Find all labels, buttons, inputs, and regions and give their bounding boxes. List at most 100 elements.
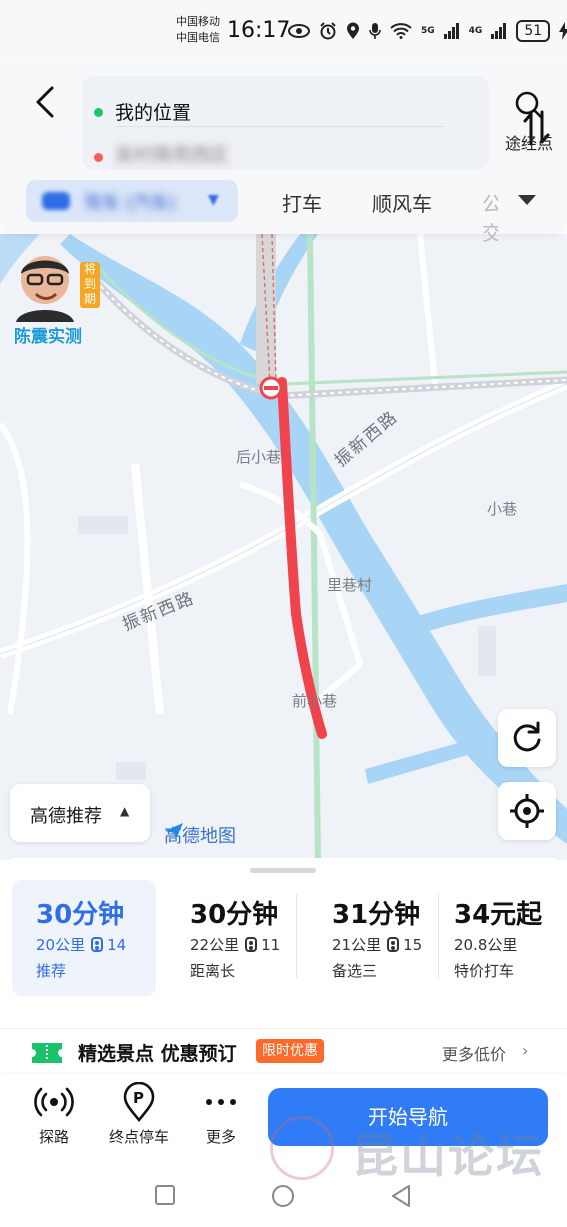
map-label: 里巷村 (327, 576, 373, 594)
parking-label: 终点停车 (108, 1128, 169, 1146)
net-5g-label: 5G (421, 26, 435, 36)
travel-mode-tabs: 驾车 (汽车) ▼ 打车 顺风车 公交 (0, 180, 567, 245)
start-marker-bar (264, 386, 278, 390)
charging-icon (559, 22, 567, 40)
alarm-icon (320, 22, 336, 40)
ticket-icon (32, 1043, 62, 1063)
route-header: 我的位置 吴村南苑西区 途经点 驾车 (汽车) ▼ 打车 顺风车 公交 (0, 62, 567, 245)
refresh-icon (513, 721, 541, 752)
route-option-recommended[interactable]: 30分钟 20公里 14 推荐 (12, 880, 156, 996)
carrier-info: 中国移动 中国电信 (176, 14, 220, 46)
map-view[interactable]: 后小巷 小巷 里巷村 前小巷 振新西路 振新西路 将到期 陈震实测 高德推荐 ▲… (0, 234, 567, 860)
route-lights: 15 (403, 936, 423, 954)
carrier-2: 中国电信 (176, 31, 220, 44)
route-time: 30分钟 (36, 900, 125, 930)
route-meta: 20公里 14 (36, 934, 126, 955)
traffic-light-icon (91, 937, 104, 952)
promo-badge: 限时优惠 (256, 1039, 324, 1063)
explore-button[interactable]: 探路 (30, 1082, 78, 1147)
route-option-alternative[interactable]: 31分钟 21公里 15 备选三 (308, 880, 438, 996)
route-tag: 备选三 (332, 962, 378, 980)
radar-icon (34, 1087, 74, 1117)
bottom-toolbar: 探路 P 终点停车 更多 开始导航 (0, 1074, 567, 1160)
locate-icon (510, 794, 544, 828)
route-distance: 21公里 (332, 936, 382, 954)
signal-icon (443, 23, 459, 39)
car-icon (42, 192, 70, 210)
recommend-label: 高德推荐 (30, 806, 102, 827)
map-label: 后小巷 (236, 448, 282, 466)
route-option-taxi[interactable]: 34元起 20.8公里 特价打车 (442, 880, 562, 996)
carrier-1: 中国移动 (176, 15, 220, 28)
divider (296, 894, 297, 978)
traffic-light-icon (245, 937, 258, 952)
map-block (116, 762, 146, 780)
caret-up-icon: ▲ (120, 804, 130, 818)
badge-name: 陈震实测 (14, 327, 82, 347)
locate-button[interactable] (498, 782, 556, 840)
tab-bus[interactable]: 公交 (482, 188, 498, 246)
route-input-card: 我的位置 吴村南苑西区 (82, 76, 550, 170)
caret-down-icon: ▼ (208, 192, 219, 208)
route-distance: 20公里 (36, 936, 86, 954)
taxi-price: 34元起 (454, 900, 543, 930)
more-label: 更多 (205, 1128, 236, 1146)
promo-avatar-badge[interactable]: 将到期 陈震实测 (10, 248, 102, 347)
waypoint-button[interactable]: 途经点 (498, 90, 560, 154)
signal-icon (491, 23, 507, 39)
more-button[interactable]: 更多 (196, 1082, 246, 1147)
tab-rideshare[interactable]: 顺风车 (372, 188, 432, 217)
start-dot (94, 108, 103, 117)
route-distance: 20.8公里 (454, 936, 518, 954)
promo-title: 精选景点 优惠预订 (78, 1043, 237, 1065)
tab-drive[interactable]: 驾车 (汽车) ▼ (26, 180, 238, 222)
refresh-button[interactable] (498, 709, 556, 767)
waypoint-label: 途经点 (504, 134, 553, 153)
status-bar: 中国移动 中国电信 16:17 5G 4G 51 (0, 0, 567, 62)
start-navigation-button[interactable]: 开始导航 (268, 1088, 548, 1146)
location-icon (347, 22, 359, 39)
promo-more-link[interactable]: 更多低价 (442, 1041, 506, 1065)
divider (438, 894, 439, 978)
route-time: 30分钟 (190, 900, 279, 930)
svg-text:P: P (133, 1089, 144, 1107)
map-logo: 高德地图 (164, 822, 236, 848)
recommend-dropdown[interactable]: 高德推荐 ▲ (10, 784, 150, 842)
route-options-panel: 30分钟 20公里 14 推荐 30分钟 22公里 11 距离长 31分钟 21公里… (0, 858, 567, 1074)
tab-drive-label: 驾车 (汽车) (84, 193, 176, 214)
expiring-tag: 将到期 (80, 262, 100, 308)
divider (115, 126, 445, 127)
origin-field[interactable]: 我的位置 (115, 98, 191, 125)
clock: 16:17 (227, 18, 291, 43)
avatar (16, 256, 74, 322)
drag-handle[interactable] (250, 868, 316, 873)
route-option-longer[interactable]: 30分钟 22公里 11 距离长 (166, 880, 296, 996)
map-label: 小巷 (487, 500, 518, 518)
traffic-light-icon (387, 937, 400, 952)
tab-taxi[interactable]: 打车 (282, 188, 322, 217)
map-block (78, 516, 128, 534)
eye-icon (288, 24, 310, 38)
parking-button[interactable]: P 终点停车 (102, 1082, 176, 1147)
map-label: 前小巷 (292, 692, 338, 710)
road (0, 422, 31, 715)
route-meta: 22公里 11 (190, 934, 280, 955)
back-icon[interactable] (28, 84, 64, 120)
promo-banner[interactable]: 精选景点 优惠预订 限时优惠 更多低价 › (0, 1028, 567, 1074)
route-lights: 14 (107, 936, 127, 954)
mic-icon (369, 23, 381, 39)
route-tag: 特价打车 (454, 962, 515, 980)
destination-field[interactable]: 吴村南苑西区 (115, 140, 229, 167)
road (417, 234, 438, 385)
route-distance: 22公里 (190, 936, 240, 954)
back-nav-icon[interactable] (390, 1184, 412, 1208)
route-tag: 推荐 (36, 962, 67, 980)
chevron-right-icon: › (522, 1041, 529, 1060)
expand-tabs-icon[interactable] (516, 192, 538, 208)
recents-icon[interactable] (154, 1184, 176, 1206)
route-meta: 21公里 15 (332, 934, 422, 955)
more-icon (206, 1099, 236, 1105)
end-dot (94, 153, 103, 162)
route-tag: 距离长 (190, 962, 236, 980)
home-icon[interactable] (271, 1184, 295, 1208)
